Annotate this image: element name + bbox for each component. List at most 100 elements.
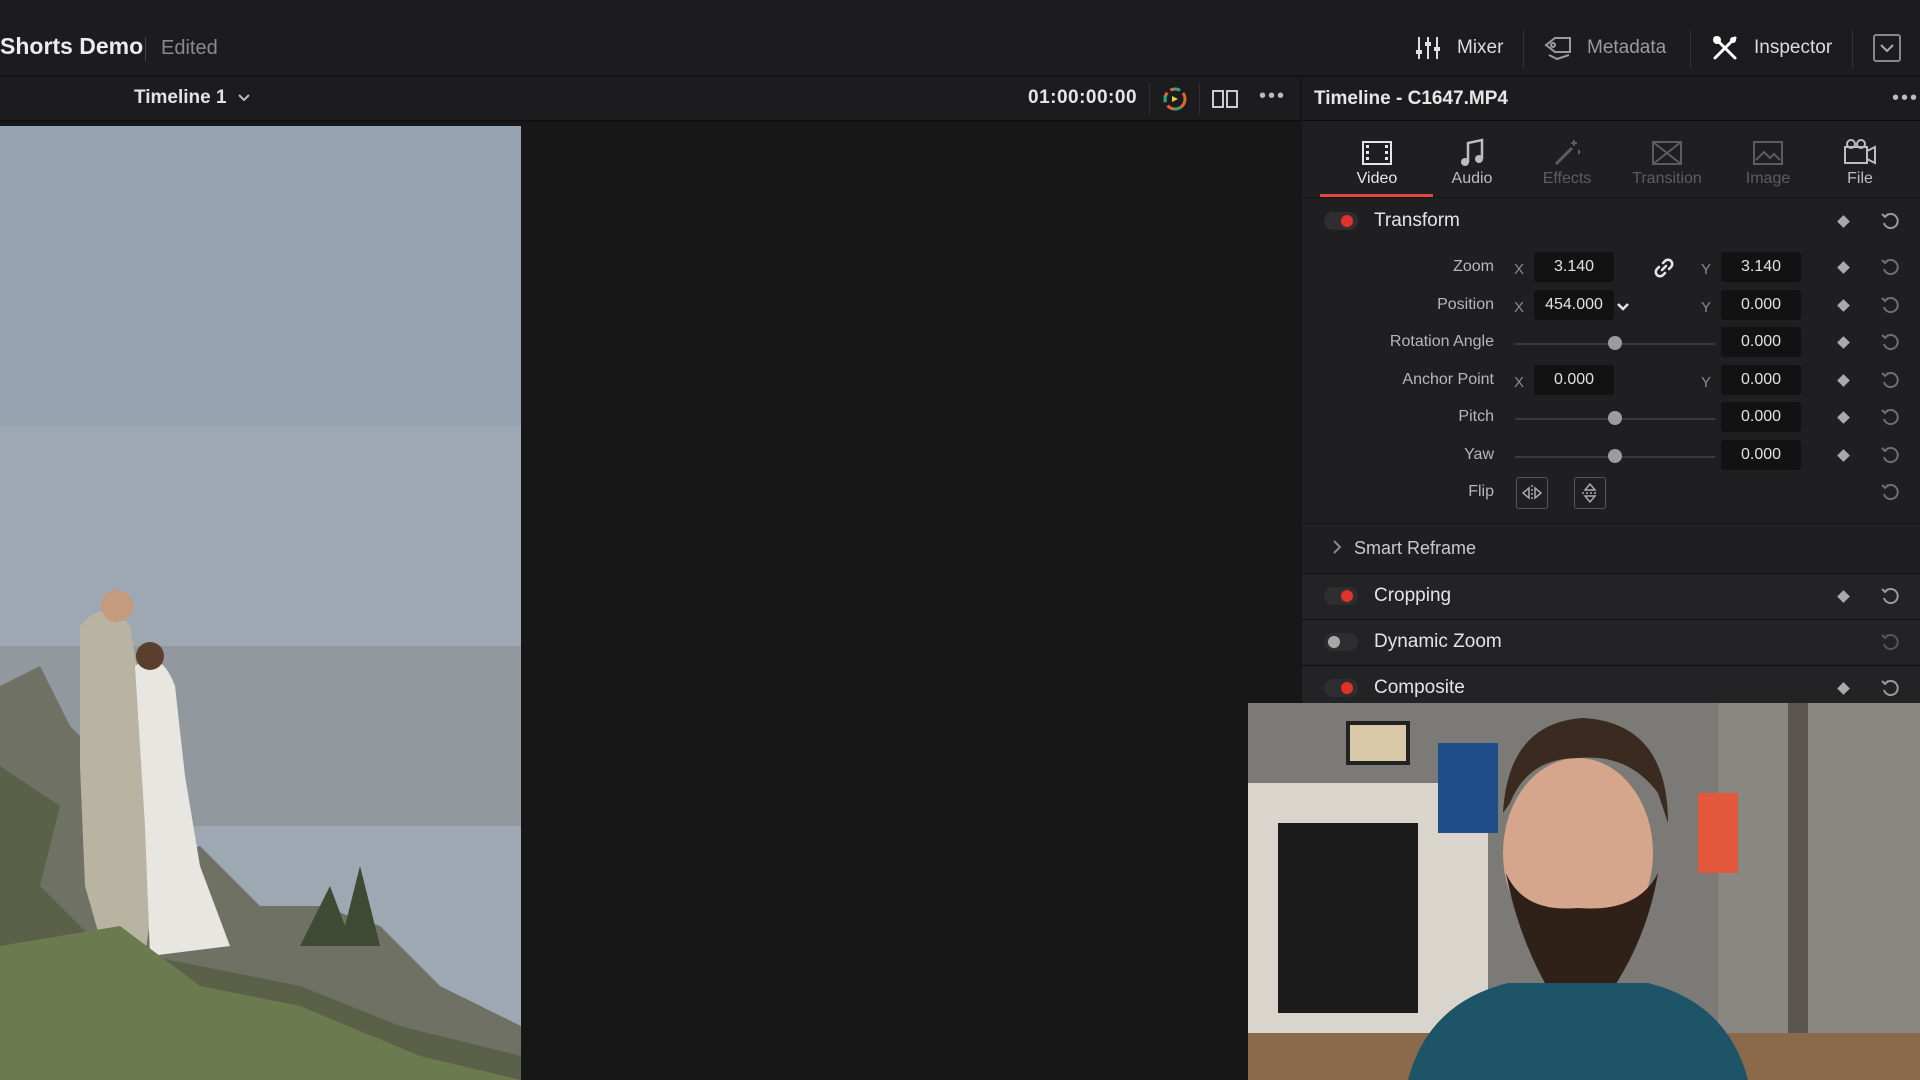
smart-reframe-row[interactable]: Smart Reframe	[1302, 526, 1920, 572]
tab-audio[interactable]: Audio	[1422, 122, 1522, 198]
slider-handle[interactable]	[1608, 411, 1622, 425]
tab-image[interactable]: Image	[1718, 122, 1818, 198]
keyframe-diamond-icon[interactable]	[1837, 299, 1850, 312]
film-icon	[1361, 136, 1393, 170]
anchor-y-field[interactable]: 0.000	[1721, 365, 1801, 395]
position-y-field[interactable]: 0.000	[1721, 290, 1801, 320]
video-frame	[0, 126, 521, 1080]
axis-x-label: X	[1514, 261, 1525, 278]
music-note-icon	[1458, 136, 1486, 170]
keyframe-diamond-icon[interactable]	[1837, 261, 1850, 274]
keyframe-diamond-icon[interactable]	[1837, 374, 1850, 387]
mixer-button[interactable]: Mixer	[1413, 30, 1503, 66]
inspector-label: Inspector	[1754, 37, 1833, 58]
reset-icon[interactable]	[1879, 585, 1901, 607]
reset-icon[interactable]	[1879, 256, 1901, 278]
workspace-menu-button[interactable]	[1873, 34, 1901, 62]
more-options-icon[interactable]: •••	[1892, 87, 1919, 110]
slider-handle[interactable]	[1608, 336, 1622, 350]
timeline-selector[interactable]: Timeline 1	[134, 87, 251, 109]
pitch-field[interactable]: 0.000	[1721, 402, 1801, 432]
cropping-toggle[interactable]	[1324, 587, 1358, 605]
dynamic-zoom-section-header[interactable]: Dynamic Zoom	[1302, 620, 1920, 664]
slider-handle[interactable]	[1608, 449, 1622, 463]
chevron-down-icon	[237, 94, 250, 102]
axis-y-label: Y	[1701, 374, 1712, 391]
link-icon[interactable]	[1654, 258, 1674, 283]
reset-icon[interactable]	[1879, 331, 1901, 353]
timecode-display: 01:00:00:00	[1028, 87, 1138, 108]
tab-label: Video	[1356, 170, 1398, 187]
anchor-x-field[interactable]: 0.000	[1534, 365, 1614, 395]
section-divider	[1302, 523, 1920, 524]
transition-icon	[1651, 136, 1683, 170]
top-divider	[1523, 30, 1524, 68]
webcam-image	[1248, 703, 1920, 1080]
keyframe-diamond-icon[interactable]	[1837, 336, 1850, 349]
tab-label: Transition	[1632, 170, 1702, 187]
tools-icon	[1710, 33, 1740, 63]
keyframe-diamond-icon[interactable]	[1837, 681, 1850, 695]
tab-video[interactable]: Video	[1327, 122, 1427, 198]
yaw-label: Yaw	[1464, 446, 1494, 463]
tab-transition[interactable]: Transition	[1617, 122, 1717, 198]
anchor-point-label: Anchor Point	[1402, 371, 1494, 388]
chevron-down-icon[interactable]	[1616, 299, 1630, 317]
tab-effects[interactable]: Effects	[1517, 122, 1617, 198]
keyframe-diamond-icon[interactable]	[1837, 214, 1850, 228]
webcam-overlay	[1248, 703, 1920, 1080]
chevron-right-icon	[1333, 540, 1342, 554]
reset-icon[interactable]	[1879, 631, 1901, 653]
transform-toggle[interactable]	[1324, 212, 1358, 230]
active-tab-indicator	[1320, 194, 1433, 197]
magic-wand-icon	[1552, 136, 1582, 170]
color-wheel-icon[interactable]	[1162, 86, 1188, 117]
tab-label: Audio	[1451, 170, 1493, 187]
viewer-canvas	[0, 122, 1300, 1080]
position-label: Position	[1437, 296, 1494, 313]
flip-horizontal-icon	[1521, 485, 1543, 501]
keyframe-diamond-icon[interactable]	[1837, 411, 1850, 424]
keyframe-diamond-icon[interactable]	[1837, 449, 1850, 462]
position-row: Position X 454.000 Y 0.000	[1302, 288, 1920, 324]
top-bar: Shorts Demo Edited Mixer Metadata Inspec…	[0, 0, 1920, 76]
flip-vertical-button[interactable]	[1574, 477, 1606, 509]
zoom-y-field[interactable]: 3.140	[1721, 252, 1801, 282]
yaw-field[interactable]: 0.000	[1721, 440, 1801, 470]
reset-icon[interactable]	[1879, 294, 1901, 316]
zoom-x-field[interactable]: 3.140	[1534, 252, 1614, 282]
toolbar-divider	[1199, 83, 1200, 115]
metadata-button[interactable]: Metadata	[1543, 30, 1666, 66]
tab-file[interactable]: File	[1810, 122, 1910, 198]
axis-x-label: X	[1514, 299, 1525, 316]
reset-icon[interactable]	[1879, 369, 1901, 391]
image-icon	[1752, 136, 1784, 170]
smart-reframe-label: Smart Reframe	[1354, 538, 1477, 558]
zoom-label: Zoom	[1453, 258, 1494, 275]
cropping-label: Cropping	[1374, 585, 1452, 606]
reset-icon[interactable]	[1879, 481, 1901, 503]
flip-horizontal-button[interactable]	[1516, 477, 1548, 509]
cropping-section-header[interactable]: Cropping	[1302, 574, 1920, 618]
dynamic-zoom-toggle[interactable]	[1324, 633, 1358, 651]
more-options-icon[interactable]: •••	[1259, 85, 1286, 108]
reset-icon[interactable]	[1879, 677, 1901, 699]
tab-label: File	[1847, 170, 1873, 187]
position-x-field[interactable]: 454.000	[1534, 290, 1614, 320]
project-title: Shorts Demo	[0, 33, 144, 59]
axis-y-label: Y	[1701, 299, 1712, 316]
axis-x-label: X	[1514, 374, 1525, 391]
composite-toggle[interactable]	[1324, 679, 1358, 697]
split-view-icon[interactable]	[1212, 89, 1238, 114]
composite-label: Composite	[1374, 677, 1465, 698]
reset-icon[interactable]	[1879, 406, 1901, 428]
title-divider	[145, 37, 146, 61]
reset-icon[interactable]	[1879, 210, 1901, 232]
keyframe-diamond-icon[interactable]	[1837, 589, 1850, 603]
reset-icon[interactable]	[1879, 444, 1901, 466]
rotation-angle-label: Rotation Angle	[1389, 333, 1494, 350]
inspector-title-bar: Timeline - C1647.MP4 •••	[1302, 77, 1920, 121]
axis-y-label: Y	[1701, 261, 1712, 278]
rotation-angle-field[interactable]: 0.000	[1721, 327, 1801, 357]
inspector-button[interactable]: Inspector	[1710, 30, 1832, 66]
